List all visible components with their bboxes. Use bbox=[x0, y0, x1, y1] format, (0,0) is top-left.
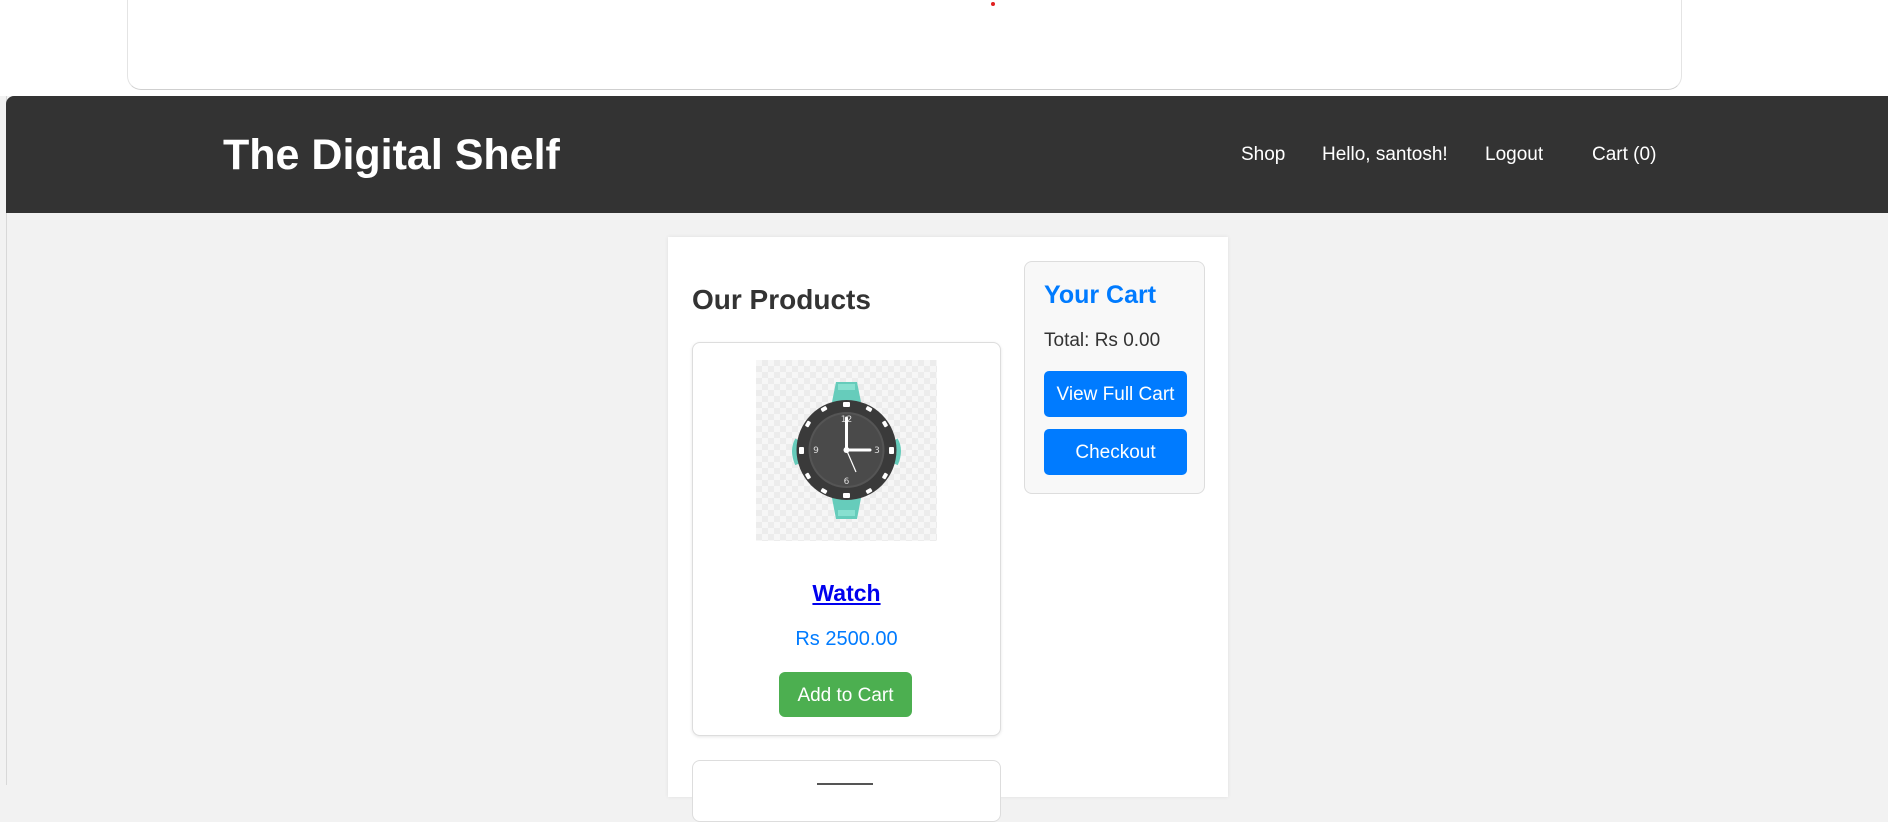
nav-cart-link[interactable]: Cart (0) bbox=[1592, 143, 1656, 167]
nav-logout-link[interactable]: Logout bbox=[1485, 143, 1543, 167]
view-full-cart-button[interactable]: View Full Cart bbox=[1044, 371, 1187, 417]
add-to-cart-button[interactable]: Add to Cart bbox=[779, 672, 912, 717]
product-card bbox=[692, 760, 1001, 822]
product-price: Rs 2500.00 bbox=[795, 628, 898, 650]
svg-text:3: 3 bbox=[874, 446, 880, 456]
site-brand[interactable]: The Digital Shelf bbox=[223, 132, 560, 178]
product-name-link[interactable]: Watch bbox=[693, 579, 1000, 607]
svg-text:9: 9 bbox=[813, 446, 819, 456]
products-heading: Our Products bbox=[692, 284, 871, 315]
nav-shop-link[interactable]: Shop bbox=[1241, 143, 1285, 167]
wristwatch-icon: 12 3 6 9 bbox=[792, 382, 901, 519]
svg-text:6: 6 bbox=[844, 477, 850, 487]
browser-top-strip bbox=[0, 0, 1888, 96]
watch-product-image[interactable]: 12 3 6 9 bbox=[756, 360, 937, 541]
product-card: 12 3 6 9 Watch Rs 2500.00 Add to Cart bbox=[692, 342, 1001, 736]
red-dot-indicator bbox=[991, 2, 995, 6]
cart-title: Your Cart bbox=[1044, 281, 1157, 309]
checkout-button[interactable]: Checkout bbox=[1044, 429, 1187, 475]
cart-sidebar: Your Cart Total: Rs 0.00 View Full Cart … bbox=[1024, 261, 1205, 494]
cart-total: Total: Rs 0.00 bbox=[1044, 330, 1161, 351]
nav-greeting: Hello, santosh! bbox=[1322, 144, 1448, 165]
top-bar-panel bbox=[127, 0, 1682, 90]
